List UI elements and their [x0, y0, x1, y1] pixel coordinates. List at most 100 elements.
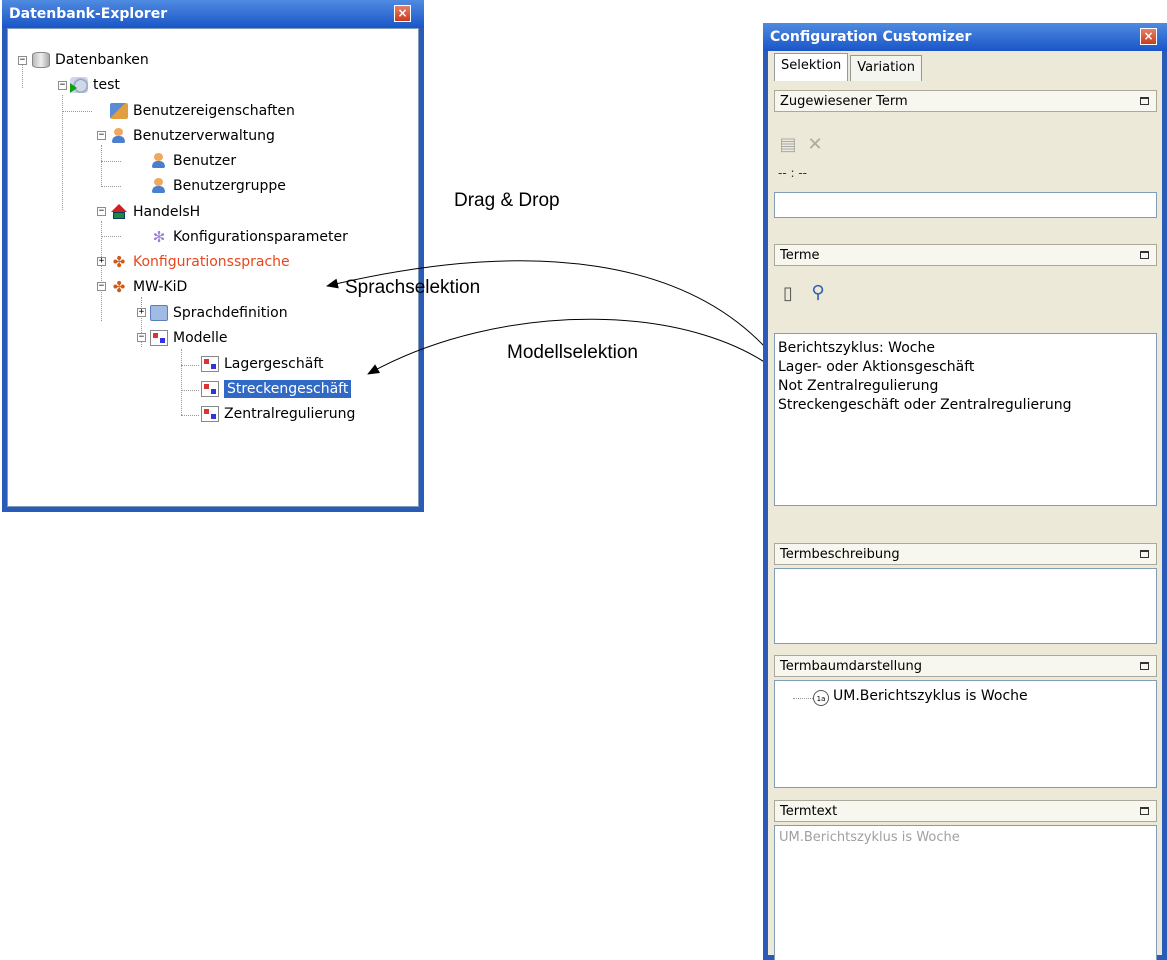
- section-termtext[interactable]: Termtext: [774, 800, 1157, 822]
- section-zugewiesener-term[interactable]: Zugewiesener Term: [774, 90, 1157, 112]
- new-document-icon[interactable]: ▯: [778, 284, 798, 304]
- drag-drop-label: Drag & Drop: [454, 190, 560, 211]
- tree-label-sprachdefinition: Sprachdefinition: [173, 305, 288, 321]
- explorer-close-icon[interactable]: ×: [394, 5, 411, 22]
- tree-node-datenbanken[interactable]: Datenbanken: [32, 50, 149, 70]
- tree-node-test[interactable]: test: [70, 75, 120, 95]
- termtext-field[interactable]: UM.Berichtszyklus is Woche: [774, 825, 1157, 960]
- tree-node-handelsh[interactable]: HandelsH: [110, 202, 200, 222]
- modellselektion-label: Modellselektion: [507, 342, 638, 363]
- tree-node-benutzerverwaltung[interactable]: Benutzerverwaltung: [110, 126, 275, 146]
- tree-label-benutzereigenschaften: Benutzereigenschaften: [133, 103, 295, 119]
- tree-node-konfigurationssprache[interactable]: ✤ Konfigurationssprache: [110, 252, 290, 272]
- customizer-close-icon[interactable]: ×: [1140, 28, 1157, 45]
- configuration-customizer-window: Configuration Customizer × Selektion Var…: [763, 23, 1167, 960]
- expander-mwkid[interactable]: −: [97, 282, 106, 291]
- expander-test[interactable]: −: [58, 81, 67, 90]
- list-item[interactable]: Streckengeschäft oder Zentralregulierung: [778, 396, 1153, 415]
- tree-node-sprachdefinition[interactable]: Sprachdefinition: [150, 303, 288, 323]
- zugewiesener-term-input[interactable]: [774, 192, 1157, 218]
- user-properties-icon: [110, 103, 128, 119]
- tab-variation[interactable]: Variation: [850, 55, 922, 81]
- tree-node-streckengeschaeft[interactable]: Streckengeschäft: [201, 379, 352, 399]
- tree-node-benutzereigenschaften[interactable]: Benutzereigenschaften: [110, 101, 295, 121]
- language-icon: ✤: [112, 278, 126, 296]
- tab-selektion[interactable]: Selektion: [774, 53, 849, 81]
- section-title-terme: Terme: [780, 248, 820, 263]
- term-id-placeholder: -- : --: [778, 166, 807, 180]
- model-folder-icon: [150, 330, 168, 346]
- customizer-title: Configuration Customizer: [770, 29, 972, 45]
- delete-icon[interactable]: ✕: [805, 135, 825, 155]
- tree-node-konfigurationsparameter[interactable]: ✻ Konfigurationsparameter: [150, 227, 348, 247]
- maximize-icon[interactable]: [1140, 662, 1149, 670]
- gear-icon: ✻: [152, 228, 166, 246]
- customizer-tabs: Selektion Variation: [774, 53, 924, 81]
- expander-sprachdefinition[interactable]: +: [137, 308, 146, 317]
- tree-label-konfigurationssprache: Konfigurationssprache: [133, 254, 290, 270]
- tree-label-benutzergruppe: Benutzergruppe: [173, 178, 286, 194]
- customizer-titlebar[interactable]: Configuration Customizer: [763, 23, 1167, 51]
- sprachselektion-label: Sprachselektion: [345, 277, 481, 298]
- section-title-termbaumdarstellung: Termbaumdarstellung: [780, 659, 923, 674]
- model-icon: [201, 381, 219, 397]
- tree-label-datenbanken: Datenbanken: [55, 52, 149, 68]
- list-item[interactable]: Lager- oder Aktionsgeschäft: [778, 358, 1153, 377]
- model-icon: [201, 356, 219, 372]
- tree-label-streckengeschaeft: Streckengeschäft: [224, 380, 352, 398]
- tree-node-zentralregulierung[interactable]: Zentralregulierung: [201, 404, 355, 424]
- tree-label-lagergeschaeft: Lagergeschäft: [224, 356, 324, 372]
- list-item[interactable]: Berichtszyklus: Woche: [778, 339, 1153, 358]
- term-node-label[interactable]: UM.Berichtszyklus is Woche: [833, 688, 1028, 704]
- explorer-title: Datenbank-Explorer: [9, 6, 168, 22]
- user-icon: [150, 153, 168, 169]
- explorer-titlebar[interactable]: Datenbank-Explorer: [2, 0, 424, 28]
- tree-node-benutzer[interactable]: Benutzer: [150, 151, 236, 171]
- section-title-termtext: Termtext: [780, 804, 838, 819]
- section-termbeschreibung[interactable]: Termbeschreibung: [774, 543, 1157, 565]
- tree-node-mwkid[interactable]: ✤ MW-KiD: [110, 277, 188, 297]
- expander-benutzerverwaltung[interactable]: −: [97, 131, 106, 140]
- expander-datenbanken[interactable]: −: [18, 56, 27, 65]
- tree-label-handelsh: HandelsH: [133, 204, 201, 220]
- section-terme[interactable]: Terme: [774, 244, 1157, 266]
- document-icon[interactable]: ▤: [778, 135, 798, 155]
- maximize-icon[interactable]: [1140, 807, 1149, 815]
- maximize-icon[interactable]: [1140, 97, 1149, 105]
- termbaum-tree[interactable]: 1a UM.Berichtszyklus is Woche: [774, 680, 1157, 788]
- explorer-tree[interactable]: − − − − + − + − Datenbanken test Benutze…: [7, 28, 419, 507]
- section-title-zugewiesener-term: Zugewiesener Term: [780, 94, 908, 109]
- section-title-termbeschreibung: Termbeschreibung: [780, 547, 900, 562]
- expander-handelsh[interactable]: −: [97, 207, 106, 216]
- language-icon: ✤: [112, 253, 126, 271]
- database-icon: [32, 52, 50, 68]
- language-definition-icon: [150, 305, 168, 321]
- termbeschreibung-text[interactable]: [774, 568, 1157, 644]
- tree-label-benutzerverwaltung: Benutzerverwaltung: [133, 128, 275, 144]
- tree-label-zentralregulierung: Zentralregulierung: [224, 406, 356, 422]
- termtext-value: UM.Berichtszyklus is Woche: [779, 830, 960, 845]
- user-management-icon: [110, 128, 128, 144]
- list-item[interactable]: Not Zentralregulierung: [778, 377, 1153, 396]
- database-connection-icon: [70, 77, 88, 93]
- tree-node-benutzergruppe[interactable]: Benutzergruppe: [150, 176, 286, 196]
- terme-list[interactable]: Berichtszyklus: Woche Lager- oder Aktion…: [774, 333, 1157, 506]
- tree-node-modelle[interactable]: Modelle: [150, 328, 228, 348]
- maximize-icon[interactable]: [1140, 251, 1149, 259]
- section-termbaumdarstellung[interactable]: Termbaumdarstellung: [774, 655, 1157, 677]
- maximize-icon[interactable]: [1140, 550, 1149, 558]
- term-node-icon: 1a: [813, 690, 829, 706]
- user-group-icon: [150, 178, 168, 194]
- house-icon: [110, 204, 128, 220]
- tree-label-modelle: Modelle: [173, 330, 228, 346]
- model-icon: [201, 406, 219, 422]
- expander-konfigurationssprache[interactable]: +: [97, 257, 106, 266]
- tree-label-mwkid: MW-KiD: [133, 279, 188, 295]
- tree-label-benutzer: Benutzer: [173, 153, 237, 169]
- tree-node-lagergeschaeft[interactable]: Lagergeschäft: [201, 354, 324, 374]
- tree-label-test: test: [93, 77, 120, 93]
- datenbank-explorer-window: Datenbank-Explorer × − − − − + − + − Dat…: [2, 0, 424, 512]
- expander-modelle[interactable]: −: [137, 333, 146, 342]
- tree-label-konfigurationsparameter: Konfigurationsparameter: [173, 229, 348, 245]
- search-icon[interactable]: ⚲: [808, 283, 828, 303]
